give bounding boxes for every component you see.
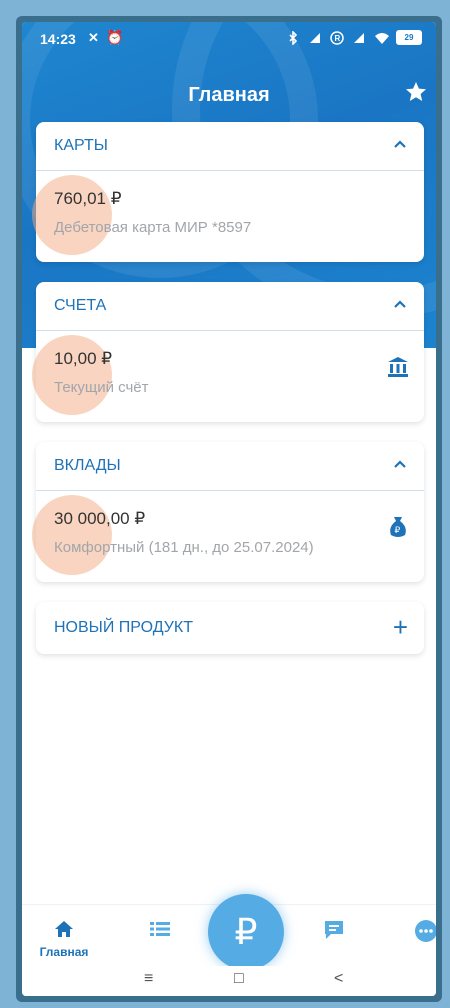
payments-fab-button[interactable]: ₽ [208,894,284,970]
list-icon [149,922,171,943]
chevron-up-icon[interactable] [392,136,408,152]
wifi-icon [374,31,389,45]
status-bar: 14:23 ✕ ⏰ R 29 [22,22,436,56]
signal-icon [352,31,366,45]
deposit-balance: 30 000,00 ₽ [54,509,146,528]
money-bag-icon: ₽ [386,515,410,539]
accounts-section: СЧЕТА 10,00 ₽ Текущий счёт [32,282,424,422]
account-balance: 10,00 ₽ [54,349,113,368]
section-title: КАРТЫ [54,137,108,154]
home-button[interactable]: □ [234,970,244,988]
nav-home[interactable]: Главная [40,919,88,959]
plus-icon[interactable]: + [393,614,408,640]
touch-ripple [32,495,112,575]
alarm-icon: ⏰ [106,29,124,45]
status-icons: R 29 [286,29,422,46]
nav-list[interactable] [140,919,180,959]
chevron-up-icon[interactable] [392,456,408,472]
home-icon [54,921,74,943]
more-icon [414,920,436,947]
touch-ripple [32,175,112,255]
nav-chat[interactable] [314,919,354,959]
system-nav-bar: ≡ □ < [22,966,436,996]
section-title: ВКЛАДЫ [54,457,121,474]
deposit-item[interactable]: 30 000,00 ₽ Комфортный (181 дн., до 25.0… [32,491,424,581]
ruble-icon: ₽ [234,911,258,952]
section-title: СЧЕТА [54,297,107,314]
deposits-section: ВКЛАДЫ 30 000,00 ₽ Комфортный (181 дн., … [32,442,424,582]
bluetooth-icon [286,29,300,46]
new-product-button[interactable]: НОВЫЙ ПРОДУКТ + [36,602,424,654]
svg-text:R: R [335,34,341,43]
nav-home-label: Главная [39,945,89,959]
signal-icon [308,31,322,45]
phone-screen: 14:23 ✕ ⏰ R 29 Главная КАРТЫ 760,01 ₽ Де… [22,22,436,996]
nav-more[interactable] [406,919,436,959]
accounts-section-header[interactable]: СЧЕТА [36,282,424,331]
page-title: Главная [188,84,270,106]
card-balance: 760,01 ₽ [54,189,122,208]
new-product-label: НОВЫЙ ПРОДУКТ [54,619,193,636]
account-item[interactable]: 10,00 ₽ Текущий счёт [32,331,424,421]
device-frame: 14:23 ✕ ⏰ R 29 Главная КАРТЫ 760,01 ₽ Де… [16,16,442,1002]
back-button[interactable]: < [334,970,343,988]
deposits-section-header[interactable]: ВКЛАДЫ [36,442,424,491]
chevron-up-icon[interactable] [392,296,408,312]
touch-ripple [32,335,112,415]
cards-section: КАРТЫ 760,01 ₽ Дебетовая карта МИР *8597 [32,122,424,262]
roaming-icon: R [330,30,344,45]
bank-icon [386,355,410,379]
deposit-description: Комфортный (181 дн., до 25.07.2024) [54,539,314,556]
recent-apps-button[interactable]: ≡ [144,970,153,988]
status-time: 14:23 [40,31,76,47]
card-item[interactable]: 760,01 ₽ Дебетовая карта МИР *8597 [32,171,424,261]
chat-icon [323,921,345,945]
cards-section-header[interactable]: КАРТЫ [36,122,424,171]
mute-icon: ✕ [88,30,99,45]
svg-text:₽: ₽ [395,525,401,535]
card-description: Дебетовая карта МИР *8597 [54,219,252,236]
account-description: Текущий счёт [54,379,149,396]
battery-indicator: 29 [396,30,422,45]
favorites-star-icon[interactable] [404,80,430,106]
